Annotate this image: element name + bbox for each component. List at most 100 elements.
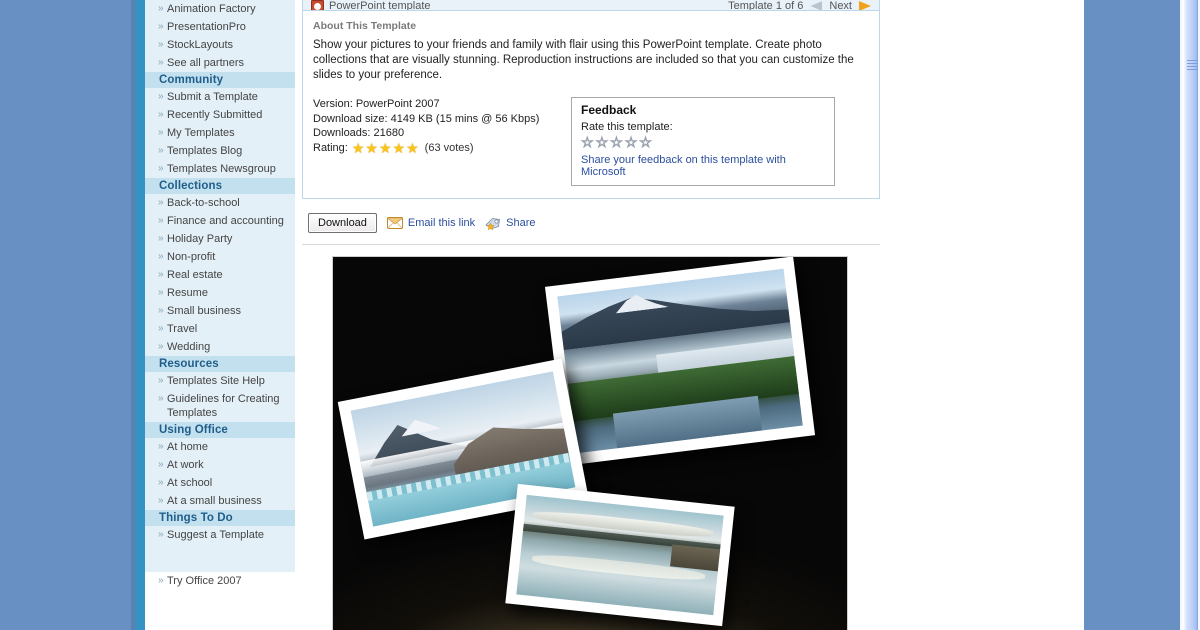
download-button[interactable]: Download: [308, 213, 377, 233]
feedback-title: Feedback: [581, 103, 637, 117]
vertical-scrollbar[interactable]: [1180, 0, 1200, 630]
lake-reflection-clouds-photo: [505, 483, 735, 627]
sidebar-item-label: Recently Submitted: [167, 109, 263, 121]
sidebar-item[interactable]: » At work: [145, 456, 295, 474]
feedback-rating-stars[interactable]: ☆ ☆ ☆ ☆ ☆: [581, 135, 826, 150]
star-empty-icon[interactable]: ☆: [610, 135, 624, 150]
rating-label: Rating:: [313, 141, 348, 154]
sidebar-group-header: Things To Do: [145, 510, 295, 526]
chevron-right-icon: »: [158, 163, 164, 174]
template-preview-image[interactable]: [332, 256, 848, 630]
sidebar-item-label: PresentationPro: [167, 21, 246, 33]
download-size-label: Download size:: [313, 112, 388, 125]
download-size-line: Download size: 4149 KB (15 mins @ 56 Kbp…: [313, 112, 571, 127]
sidebar-group-list: » Animation Factory» PresentationPro» Stock…: [145, 0, 295, 544]
sidebar-item[interactable]: » At a small business: [145, 492, 295, 510]
chevron-right-icon: »: [158, 127, 164, 138]
sidebar-item[interactable]: » PresentationPro: [145, 18, 295, 36]
chevron-right-icon: »: [158, 91, 164, 102]
sidebar-item[interactable]: » Suggest a Template: [145, 526, 295, 544]
sidebar-item[interactable]: » Wedding: [145, 338, 295, 356]
sidebar-item[interactable]: » Holiday Party: [145, 230, 295, 248]
star-empty-icon[interactable]: ☆: [624, 135, 638, 150]
sidebar-item-label: At a small business: [167, 495, 262, 507]
chevron-right-icon: »: [158, 529, 164, 540]
about-heading: About This Template: [313, 20, 417, 32]
version-value: PowerPoint 2007: [355, 98, 440, 110]
feedback-link[interactable]: Share your feedback on this template wit…: [581, 154, 786, 178]
page-root: » Animation Factory» PresentationPro» Stock…: [0, 0, 1200, 630]
email-this-link-action[interactable]: Email this link: [386, 217, 475, 229]
sidebar-item-label: Try Office 2007: [167, 575, 242, 587]
sidebar-item-label: Resume: [167, 287, 208, 299]
metadata-list: Version: PowerPoint 2007 Download size: …: [313, 97, 571, 186]
accent-bar: [135, 0, 145, 630]
sidebar-item-label: My Templates: [167, 127, 235, 139]
star-empty-icon[interactable]: ☆: [639, 135, 653, 150]
star-empty-icon[interactable]: ☆: [595, 135, 609, 150]
topbar-left: PowerPoint template: [311, 0, 431, 10]
chevron-right-icon: »: [158, 269, 164, 280]
sidebar-item[interactable]: » Non-profit: [145, 248, 295, 266]
chevron-right-icon: »: [158, 21, 164, 32]
sidebar-item[interactable]: » Templates Site Help: [145, 372, 295, 390]
envelope-icon: [386, 217, 403, 229]
chevron-right-icon: »: [158, 393, 164, 404]
sidebar-item[interactable]: » StockLayouts: [145, 36, 295, 54]
feedback-box: Feedback Rate this template: ☆ ☆ ☆ ☆ ☆ Share…: [571, 97, 835, 186]
chevron-right-icon: »: [158, 459, 164, 470]
sidebar-item[interactable]: » Try Office 2007: [145, 572, 295, 590]
sidebar-item[interactable]: » Small business: [145, 302, 295, 320]
share-label[interactable]: Share: [506, 217, 535, 229]
sidebar: » Animation Factory» PresentationPro» Stock…: [145, 0, 295, 630]
star-filled-icon: ★: [351, 139, 365, 156]
sidebar-item[interactable]: » Submit a Template: [145, 88, 295, 106]
chevron-right-icon: »: [158, 215, 164, 226]
scrollbar-thumb[interactable]: [1182, 0, 1198, 630]
arrow-left-icon[interactable]: [810, 1, 823, 10]
main-content: PowerPoint template Template 1 of 6 Next…: [302, 0, 880, 630]
version-line: Version: PowerPoint 2007: [313, 97, 571, 112]
sidebar-item[interactable]: » My Templates: [145, 124, 295, 142]
sidebar-group-header: Using Office: [145, 422, 295, 438]
sidebar-item[interactable]: » Recently Submitted: [145, 106, 295, 124]
sidebar-item[interactable]: » Travel: [145, 320, 295, 338]
chevron-right-icon: »: [158, 441, 164, 452]
star-filled-icon: ★: [378, 139, 392, 156]
share-action[interactable]: Share: [485, 217, 536, 230]
downloads-line: Downloads: 21680: [313, 126, 571, 141]
sidebar-item[interactable]: » Resume: [145, 284, 295, 302]
rating-line: Rating: ★ ★ ★ ★ ★ (63 votes): [313, 141, 571, 156]
sidebar-item-label: Submit a Template: [167, 91, 258, 103]
sidebar-item[interactable]: » At home: [145, 438, 295, 456]
sidebar-item-label: Templates Newsgroup: [167, 163, 276, 175]
star-filled-icon: ★: [365, 139, 378, 156]
chevron-right-icon: »: [158, 305, 164, 316]
star-empty-icon[interactable]: ☆: [581, 135, 595, 150]
sidebar-item[interactable]: » Guidelines for Creating Templates: [145, 390, 295, 422]
chevron-right-icon: »: [158, 375, 164, 386]
sidebar-item[interactable]: » Animation Factory: [145, 0, 295, 18]
arrow-right-icon[interactable]: [859, 1, 871, 10]
sidebar-item-label: Small business: [167, 305, 241, 317]
sidebar-item-label: StockLayouts: [167, 39, 234, 51]
chevron-right-icon: »: [158, 3, 164, 14]
feedback-subtitle: Rate this template:: [581, 121, 673, 133]
chevron-right-icon: »: [158, 341, 164, 352]
sidebar-item[interactable]: » Real estate: [145, 266, 295, 284]
sidebar-item[interactable]: » Finance and accounting: [145, 212, 295, 230]
star-filled-icon: ★: [392, 139, 406, 156]
email-this-link-label[interactable]: Email this link: [408, 217, 475, 229]
next-link[interactable]: Next: [829, 0, 852, 10]
downloads-label: Downloads:: [313, 127, 371, 139]
sidebar-item-label: Templates Site Help: [167, 375, 265, 387]
sidebar-item[interactable]: » At school: [145, 474, 295, 492]
sidebar-item-label: At home: [167, 441, 208, 453]
sidebar-item[interactable]: » Templates Blog: [145, 142, 295, 160]
sidebar-item-label: At work: [167, 459, 204, 471]
sidebar-item[interactable]: » Templates Newsgroup: [145, 160, 295, 178]
sidebar-item[interactable]: » Back-to-school: [145, 194, 295, 212]
sidebar-item-label: Holiday Party: [167, 233, 233, 245]
sidebar-item[interactable]: » See all partners: [145, 54, 295, 72]
sidebar-item-label: Real estate: [167, 269, 223, 281]
